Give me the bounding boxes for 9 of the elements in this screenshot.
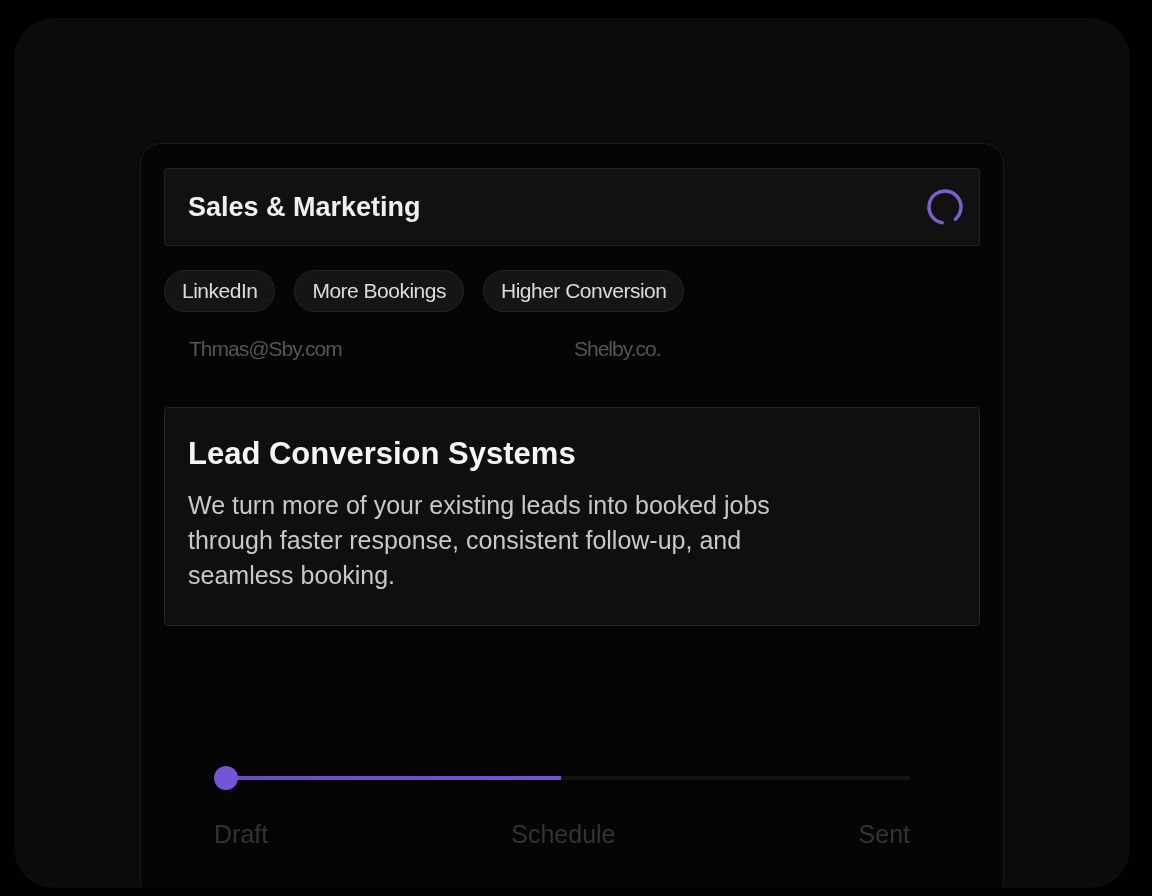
faded-text: Thmas@Sby.com (189, 337, 343, 362)
tag-chip[interactable]: Higher Conversion (483, 270, 685, 312)
feature-description: We turn more of your existing leads into booked jobs through faster response, consistent follow-up, and seamless booking. (188, 490, 771, 591)
header-title: Sales & Marketing (188, 191, 421, 223)
faded-text: Shelby.co. (574, 337, 662, 362)
feature-title: Lead Conversion Systems (188, 436, 577, 472)
tag-chip[interactable]: More Bookings (294, 270, 464, 312)
tag-chip[interactable]: LinkedIn (164, 270, 276, 312)
progress-thumb[interactable] (214, 766, 238, 790)
